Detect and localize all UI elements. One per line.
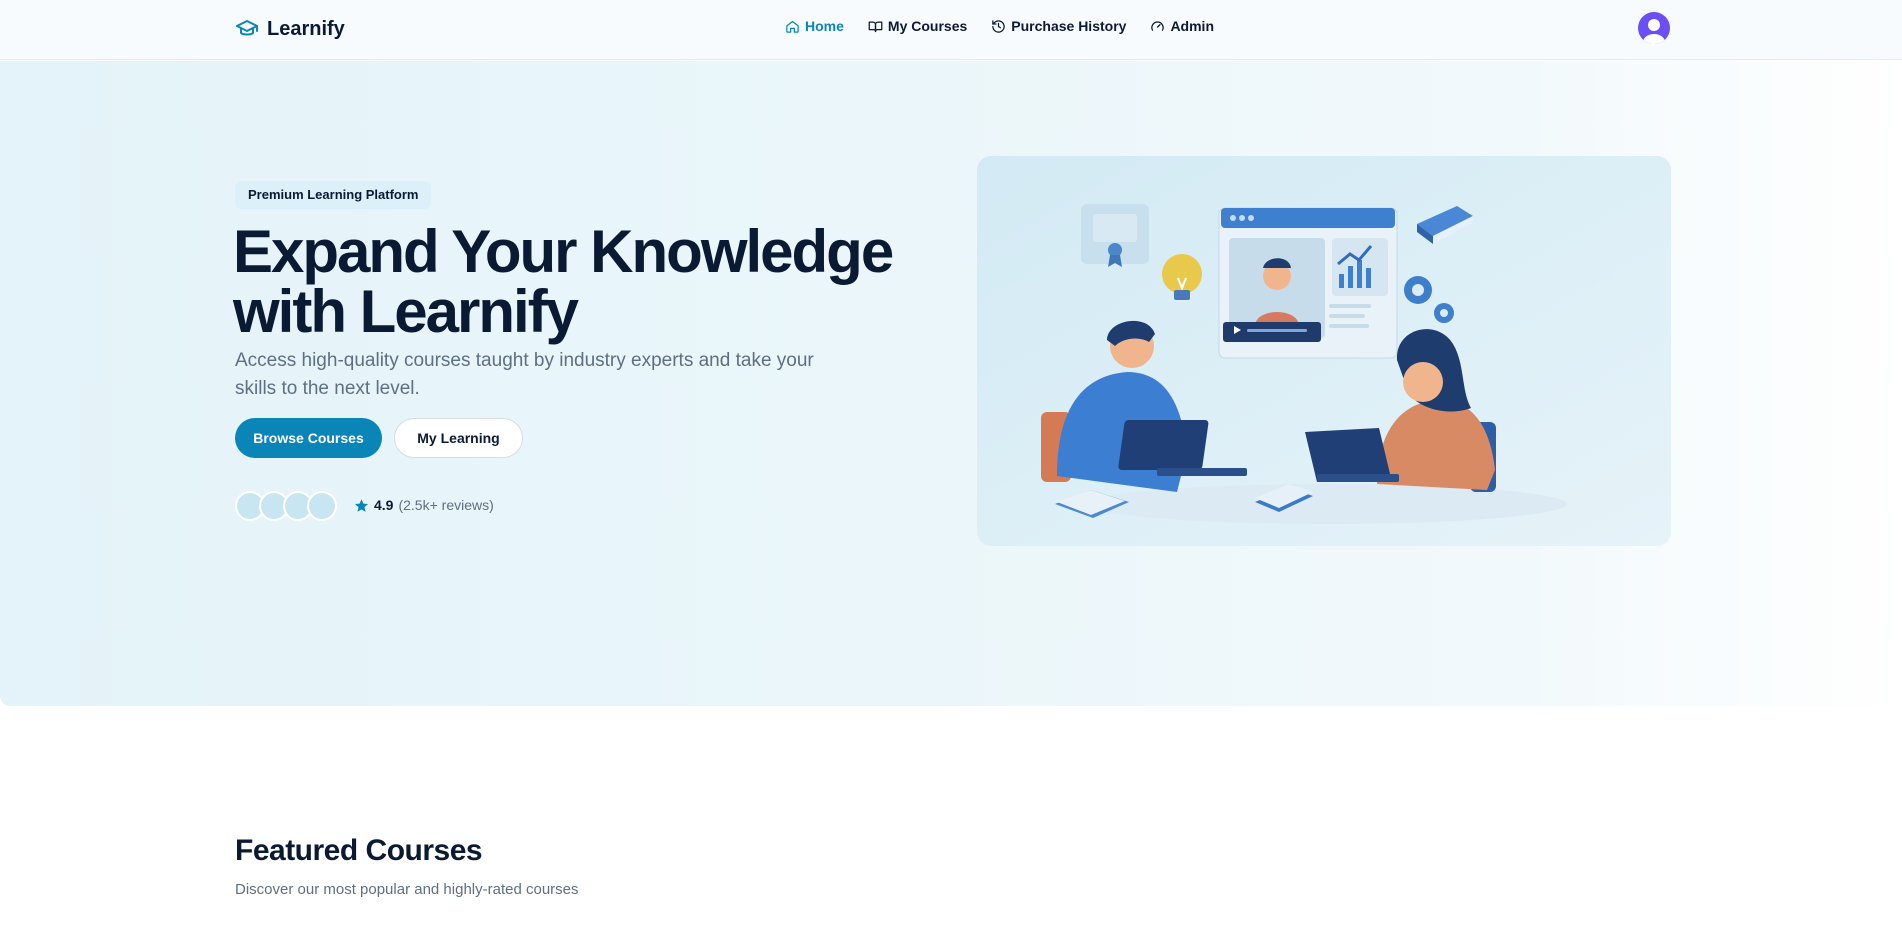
online-learning-illustration xyxy=(977,156,1671,546)
hero-title: Expand Your Knowledge with Learnify xyxy=(233,222,913,342)
nav-admin-label: Admin xyxy=(1170,18,1214,34)
hero-title-line-1: Expand Your Knowledge xyxy=(233,218,894,285)
rating-reviews: (2.5k+ reviews) xyxy=(398,497,494,513)
featured-courses-title: Featured Courses xyxy=(235,834,483,867)
hero-badge: Premium Learning Platform xyxy=(235,181,432,209)
gauge-icon xyxy=(1151,20,1165,31)
nav-home-label: Home xyxy=(805,18,844,34)
nav-purchase-history[interactable]: Purchase History xyxy=(991,18,1126,34)
hero-title-line-2: with Learnify xyxy=(233,278,579,345)
featured-courses-subtitle: Discover our most popular and highly-rat… xyxy=(235,881,579,898)
nav-my-courses[interactable]: My Courses xyxy=(868,18,967,34)
top-navbar: Learnify Home My Courses Purchase Histor… xyxy=(0,0,1902,60)
nav-admin[interactable]: Admin xyxy=(1150,18,1214,34)
browse-courses-button[interactable]: Browse Courses xyxy=(235,418,382,458)
rating: 4.9 (2.5k+ reviews) xyxy=(354,497,494,513)
star-icon xyxy=(354,498,369,512)
learner-avatars xyxy=(235,491,337,521)
history-icon xyxy=(992,19,1005,33)
book-open-icon xyxy=(868,21,883,32)
brand-name: Learnify xyxy=(267,17,345,40)
hero-subtitle: Access high-quality courses taught by in… xyxy=(235,350,814,399)
rating-value: 4.9 xyxy=(374,497,394,513)
brand-logo[interactable]: Learnify xyxy=(235,17,345,41)
my-learning-button[interactable]: My Learning xyxy=(394,418,523,458)
nav-purchase-history-label: Purchase History xyxy=(1011,18,1127,34)
user-avatar[interactable] xyxy=(1638,12,1670,44)
home-icon xyxy=(786,20,799,33)
graduation-cap-icon xyxy=(236,20,258,36)
nav-my-courses-label: My Courses xyxy=(887,18,968,34)
learner-avatar xyxy=(307,491,337,521)
main-nav: Home My Courses Purchase History Admin xyxy=(785,18,1214,34)
hero-illustration xyxy=(977,156,1671,546)
nav-home[interactable]: Home xyxy=(785,18,844,34)
user-avatar-icon xyxy=(1643,19,1665,44)
